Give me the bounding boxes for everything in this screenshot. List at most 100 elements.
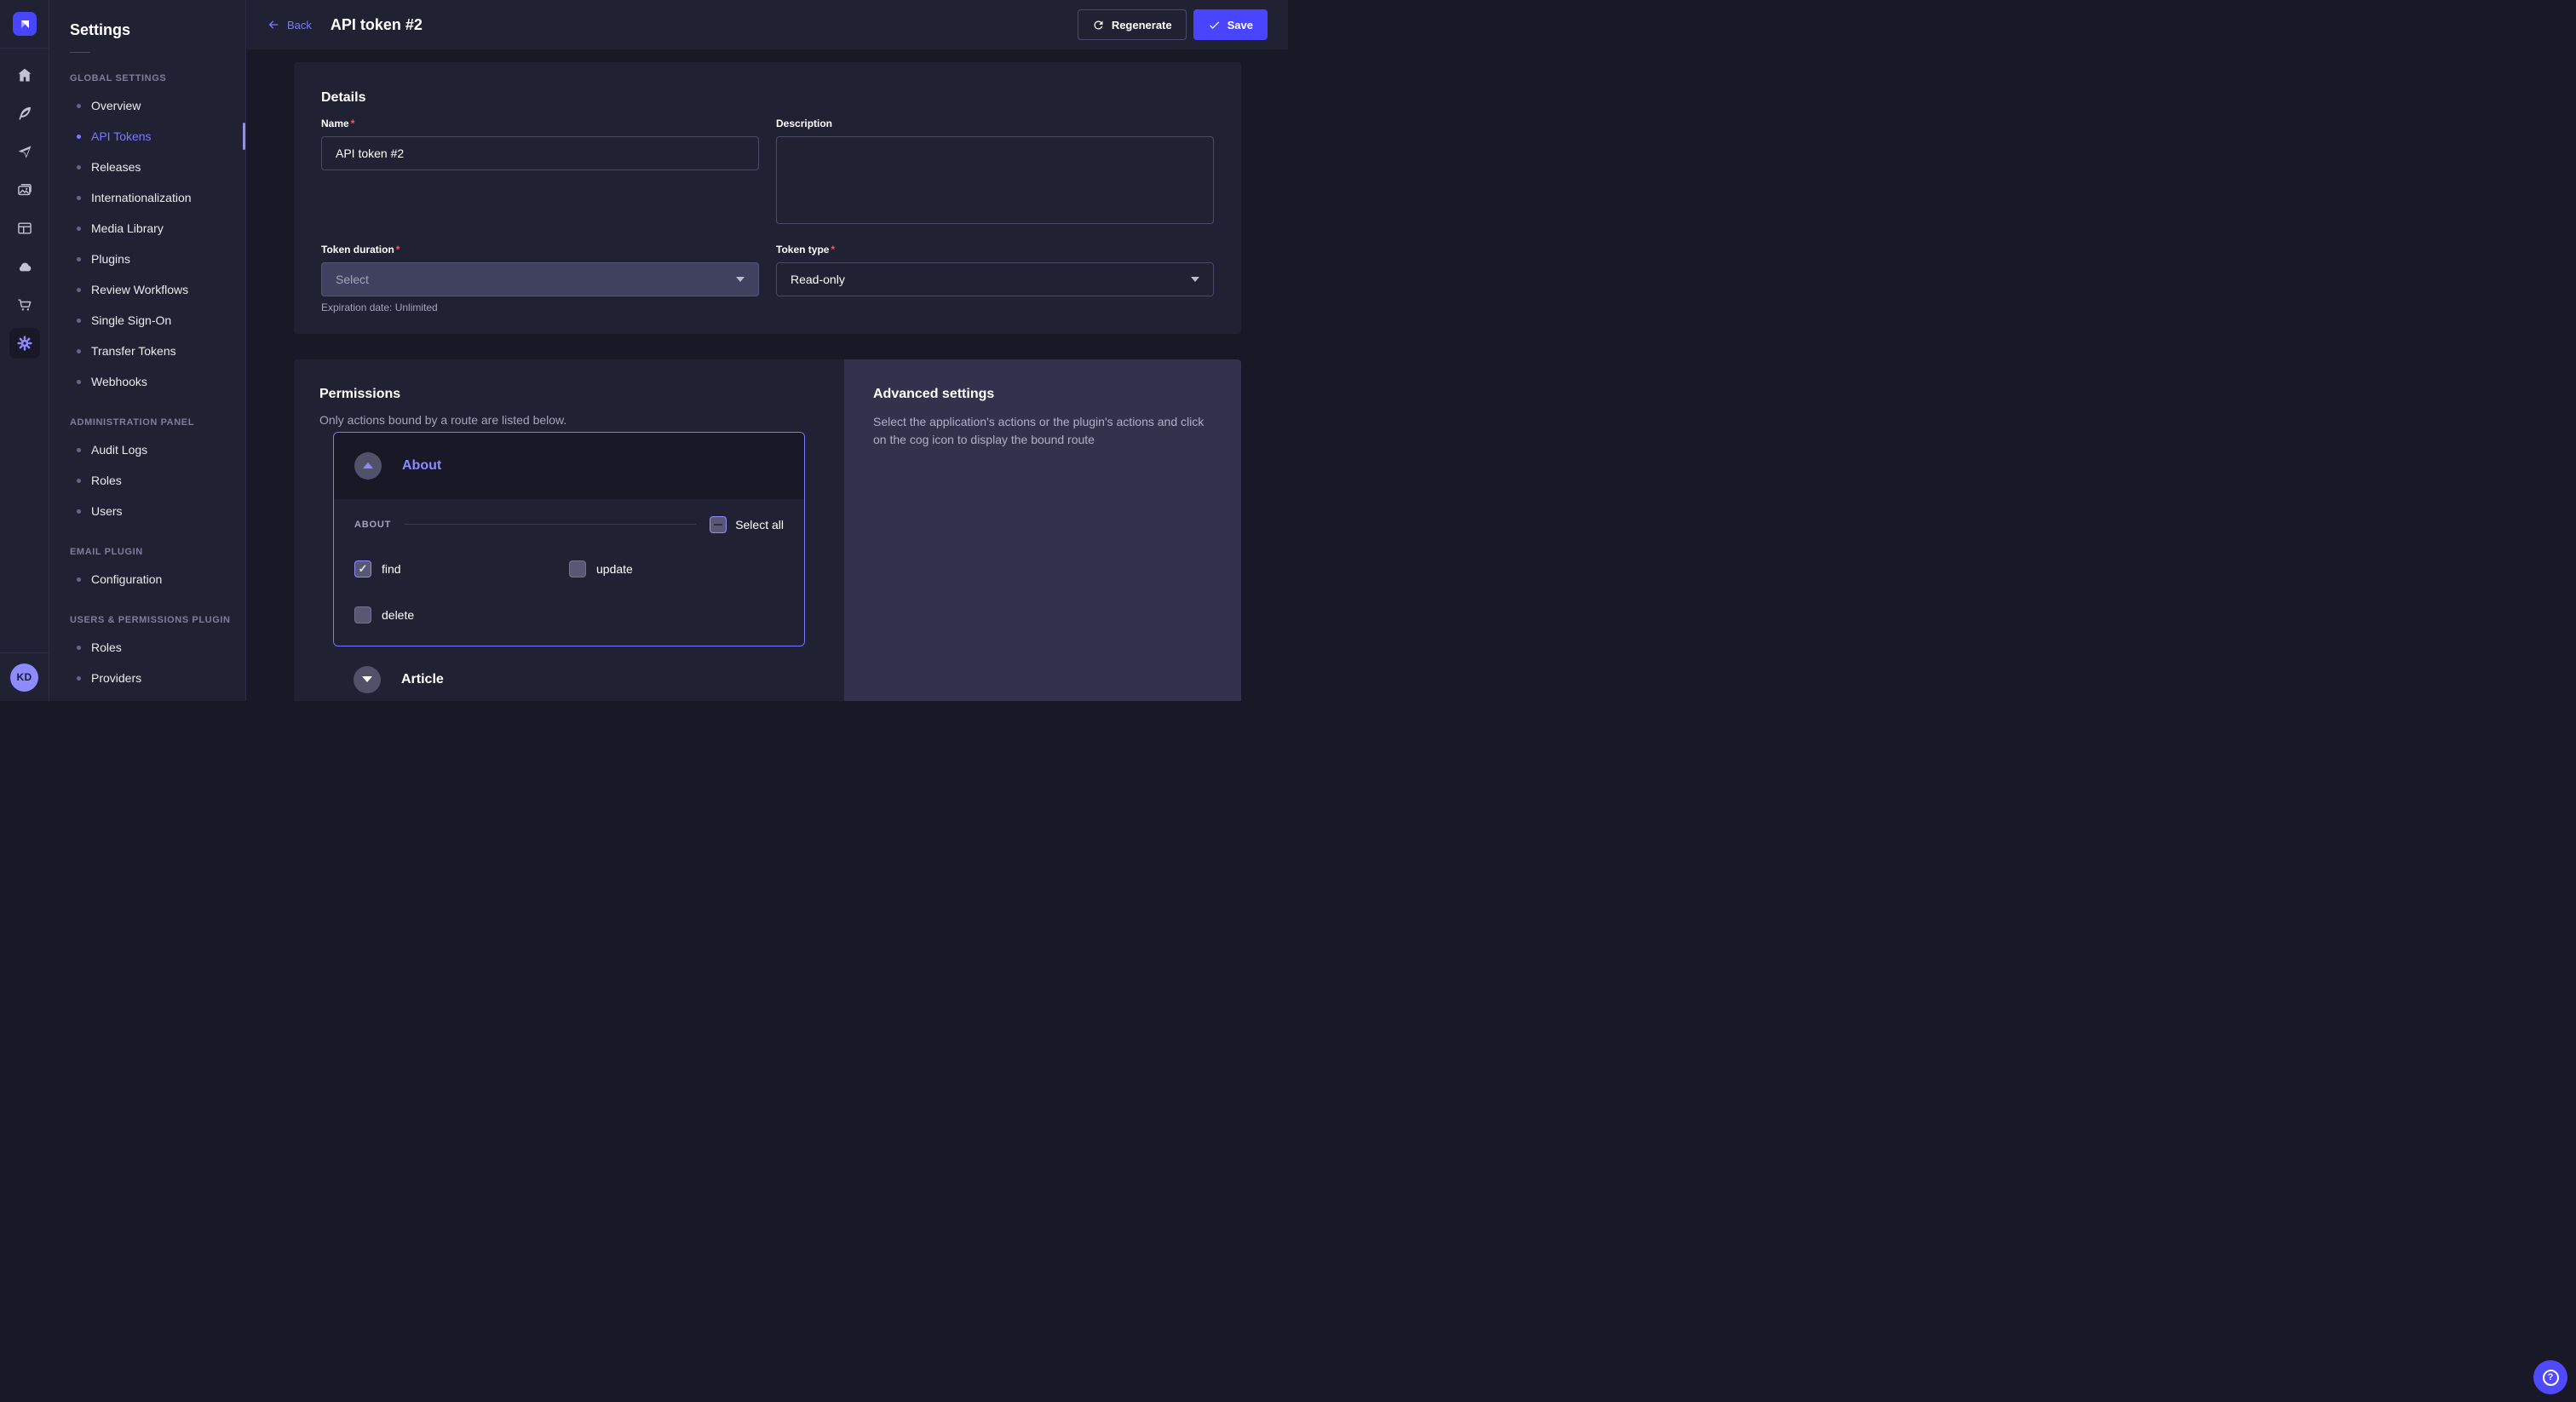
rail-bottom: KD xyxy=(0,652,49,701)
sidebar-item-api-tokens[interactable]: API Tokens xyxy=(70,121,245,152)
group-divider xyxy=(405,524,696,525)
bullet-icon xyxy=(77,448,81,452)
sidebar-item-up-roles[interactable]: Roles xyxy=(70,632,245,663)
permissions-card: Permissions Only actions bound by a rout… xyxy=(294,359,844,701)
chevron-down-icon xyxy=(362,676,372,682)
description-textarea[interactable] xyxy=(776,136,1214,224)
sidebar-item-plugins[interactable]: Plugins xyxy=(70,244,245,274)
layout-icon xyxy=(16,220,33,237)
details-card: Details Name* Description Token xyxy=(294,62,1241,334)
bullet-icon xyxy=(77,196,81,200)
token-type-select[interactable]: Read-only xyxy=(776,262,1214,296)
nav-media-library-button[interactable] xyxy=(9,175,40,205)
expiration-hint: Expiration date: Unlimited xyxy=(321,302,759,313)
bullet-icon xyxy=(77,479,81,483)
advanced-settings-panel: Advanced settings Select the application… xyxy=(844,359,1241,701)
action-find[interactable]: find xyxy=(354,560,569,577)
settings-gear-icon xyxy=(16,335,33,352)
collapse-accordion-button[interactable] xyxy=(354,452,382,480)
sidebar-item-label: Configuration xyxy=(91,572,162,586)
sidebar-item-releases[interactable]: Releases xyxy=(70,152,245,182)
save-button[interactable]: Save xyxy=(1193,9,1268,40)
bullet-icon xyxy=(77,288,81,292)
update-checkbox[interactable] xyxy=(569,560,586,577)
actions-grid: find update delete xyxy=(354,560,784,623)
sidebar-item-label: Providers xyxy=(91,671,141,685)
nav-settings-button[interactable] xyxy=(9,328,40,359)
paper-plane-icon xyxy=(16,143,33,160)
sidebar-item-providers[interactable]: Providers xyxy=(70,663,245,693)
regenerate-button[interactable]: Regenerate xyxy=(1078,9,1187,40)
nav-cloud-button[interactable] xyxy=(9,251,40,282)
user-avatar[interactable]: KD xyxy=(10,664,38,692)
about-accordion-body: ABOUT Select all find xyxy=(334,499,804,646)
sidebar-item-media-library[interactable]: Media Library xyxy=(70,213,245,244)
token-duration-label: Token duration* xyxy=(321,244,759,256)
permissions-heading: Permissions xyxy=(319,387,819,402)
bullet-icon xyxy=(77,257,81,261)
delete-checkbox[interactable] xyxy=(354,606,371,623)
sidebar-item-overview[interactable]: Overview xyxy=(70,90,245,121)
sidebar-item-label: Releases xyxy=(91,160,141,174)
select-all-checkbox[interactable] xyxy=(710,516,727,533)
token-type-field-group: Token type* Read-only xyxy=(776,244,1214,313)
nav-deploy-button[interactable] xyxy=(9,136,40,167)
expand-accordion-button[interactable] xyxy=(354,666,381,693)
sidebar-item-single-sign-on[interactable]: Single Sign-On xyxy=(70,305,245,336)
home-icon xyxy=(16,66,33,83)
find-checkbox[interactable] xyxy=(354,560,371,577)
chevron-down-icon xyxy=(736,277,745,282)
sidebar-item-admin-roles[interactable]: Roles xyxy=(70,465,245,496)
article-accordion-header[interactable]: Article xyxy=(333,652,805,701)
sidebar-item-configuration[interactable]: Configuration xyxy=(70,564,245,595)
nav-content-manager-button[interactable] xyxy=(9,213,40,244)
bullet-icon xyxy=(77,380,81,384)
required-asterisk: * xyxy=(396,244,400,256)
main-area: Back API token #2 Regenerate Save Detail… xyxy=(246,0,1288,701)
nav-content-type-builder-button[interactable] xyxy=(9,98,40,129)
description-label: Description xyxy=(776,118,1214,129)
brand-logo-wrap xyxy=(0,0,49,49)
sidebar-item-internationalization[interactable]: Internationalization xyxy=(70,182,245,213)
required-asterisk: * xyxy=(831,244,835,256)
nav-home-button[interactable] xyxy=(9,60,40,90)
strapi-logo-icon[interactable] xyxy=(13,12,37,36)
bullet-icon xyxy=(77,577,81,582)
cloud-icon xyxy=(16,258,33,275)
page-header: Back API token #2 Regenerate Save xyxy=(246,0,1288,49)
details-fields: Name* Description Token duration* Sele xyxy=(321,118,1214,313)
back-arrow-icon xyxy=(267,18,280,32)
sidebar-title: Settings xyxy=(70,21,245,39)
sidebar-item-audit-logs[interactable]: Audit Logs xyxy=(70,434,245,465)
token-type-value: Read-only xyxy=(791,273,845,286)
sidebar-item-transfer-tokens[interactable]: Transfer Tokens xyxy=(70,336,245,366)
action-delete[interactable]: delete xyxy=(354,606,569,623)
back-link[interactable]: Back xyxy=(267,18,312,32)
select-all-control[interactable]: Select all xyxy=(710,516,784,533)
sidebar-item-label: Audit Logs xyxy=(91,443,147,457)
section-header-global-settings: GLOBAL SETTINGS xyxy=(70,73,245,83)
regenerate-label: Regenerate xyxy=(1112,19,1172,32)
about-accordion-header[interactable]: About xyxy=(334,433,804,499)
description-field-group: Description xyxy=(776,118,1214,227)
token-duration-select[interactable]: Select xyxy=(321,262,759,296)
bullet-icon xyxy=(77,319,81,323)
nav-marketplace-button[interactable] xyxy=(9,290,40,320)
name-field-group: Name* xyxy=(321,118,759,227)
name-input[interactable] xyxy=(321,136,759,170)
sidebar-item-webhooks[interactable]: Webhooks xyxy=(70,366,245,397)
images-icon xyxy=(16,181,33,198)
rail-icon-list xyxy=(0,49,49,652)
bullet-icon xyxy=(77,349,81,353)
delete-label: delete xyxy=(382,608,414,622)
action-update[interactable]: update xyxy=(569,560,784,577)
sidebar-item-users[interactable]: Users xyxy=(70,496,245,526)
sidebar-item-label: Overview xyxy=(91,99,141,112)
feather-icon xyxy=(16,105,33,122)
sidebar-item-review-workflows[interactable]: Review Workflows xyxy=(70,274,245,305)
name-label: Name* xyxy=(321,118,759,129)
article-accordion-title: Article xyxy=(401,672,444,687)
section-header-users-permissions-plugin: USERS & PERMISSIONS PLUGIN xyxy=(70,615,245,625)
help-button[interactable]: ? xyxy=(2533,1360,2567,1394)
save-label: Save xyxy=(1228,19,1253,32)
